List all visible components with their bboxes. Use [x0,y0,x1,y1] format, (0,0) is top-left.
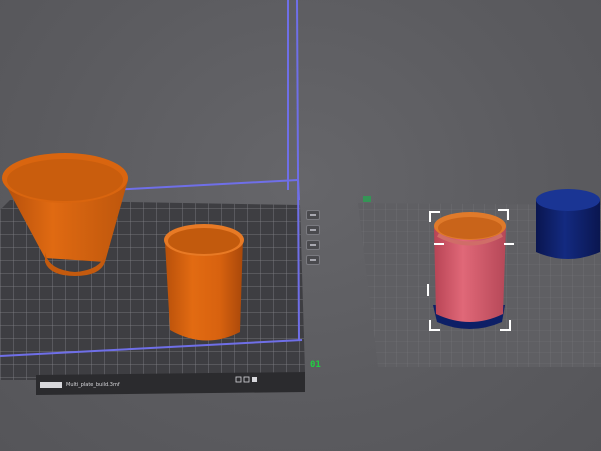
settings-icon[interactable] [306,255,320,265]
selected-cup-object[interactable] [433,212,506,329]
bed-caption: Multi_plate_build.3mf [36,375,298,395]
bed-number-text: 01 [310,360,321,370]
arrange-icon[interactable] [306,210,320,220]
right-build-plate[interactable] [358,189,601,367]
orient-icon[interactable] [306,225,320,235]
blue-cylinder-object[interactable] [536,189,600,259]
cylinder-cup-object[interactable] [164,224,244,341]
left-build-plate[interactable]: 01 [0,0,321,395]
3d-viewport[interactable]: 01 Multi_plate_build.3mf [0,0,601,451]
right-bed-marker [363,196,371,202]
lock-icon[interactable] [306,240,320,250]
bed-caption-text: Multi_plate_build.3mf [66,382,120,388]
